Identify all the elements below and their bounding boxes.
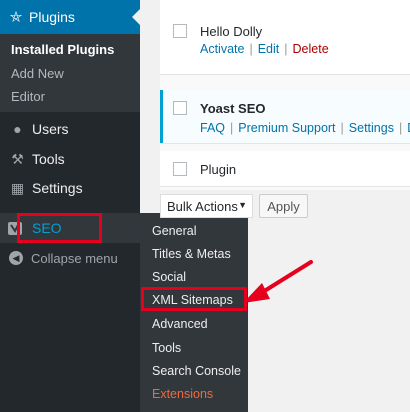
- seo-submenu-titles-metas[interactable]: Titles & Metas: [152, 247, 231, 261]
- seo-submenu-tools[interactable]: Tools: [152, 341, 181, 355]
- menu-settings[interactable]: ▦ Settings: [0, 173, 140, 203]
- flyout-notch: [132, 220, 140, 236]
- apply-button[interactable]: Apply: [259, 194, 308, 218]
- settings-link[interactable]: Settings: [349, 121, 394, 135]
- menu-users-label: Users: [32, 121, 69, 137]
- plugin-name: Hello Dolly: [200, 24, 263, 39]
- plugin-name: Yoast SEO: [200, 101, 266, 116]
- collapse-arrow-icon: ◀: [9, 251, 23, 265]
- bulk-actions-value: Bulk Actions: [167, 199, 238, 214]
- plugins-table: Hello Dolly Activate | Edit | Delete Yoast S…: [160, 0, 410, 190]
- menu-tools[interactable]: ⚒ Tools: [0, 144, 140, 174]
- plug-icon: ⛤: [10, 8, 23, 26]
- submenu-editor[interactable]: Editor: [11, 89, 45, 104]
- users-icon: ●: [13, 121, 22, 137]
- collapse-menu-label: Collapse menu: [31, 250, 118, 266]
- menu-plugins[interactable]: ⛤ Plugins: [0, 0, 140, 34]
- faq-link[interactable]: FAQ: [200, 121, 225, 135]
- seo-submenu-extensions[interactable]: Extensions: [152, 387, 213, 401]
- activate-link[interactable]: Activate: [200, 42, 244, 56]
- submenu-add-new[interactable]: Add New: [11, 66, 64, 81]
- plugin-actions: FAQ|Premium Support|Settings|D: [200, 121, 410, 135]
- wrench-icon: ⚒: [11, 150, 24, 167]
- delete-link[interactable]: Delete: [293, 42, 329, 56]
- bulk-actions-select[interactable]: Bulk Actions ▼: [160, 194, 253, 218]
- seo-submenu-advanced[interactable]: Advanced: [152, 317, 208, 331]
- menu-settings-label: Settings: [32, 180, 83, 196]
- menu-plugins-label: Plugins: [29, 9, 75, 25]
- active-plugin-indicator: [160, 90, 163, 143]
- admin-sidebar: ⛤ Plugins Installed Plugins Add New Edit…: [0, 0, 140, 412]
- seo-highlight-box: [17, 213, 102, 243]
- menu-users[interactable]: ● Users: [0, 114, 140, 144]
- plugin-row-yoast-seo: Yoast SEO FAQ|Premium Support|Settings|D: [160, 90, 410, 144]
- plugin-checkbox[interactable]: [173, 162, 187, 176]
- premium-support-link[interactable]: Premium Support: [238, 121, 335, 135]
- seo-submenu-general[interactable]: General: [152, 224, 196, 238]
- plugin-name: Plugin: [200, 162, 237, 177]
- edit-link[interactable]: Edit: [258, 42, 280, 56]
- plugin-actions: Activate | Edit | Delete: [200, 42, 329, 56]
- xml-sitemaps-highlight-box: [141, 287, 247, 311]
- settings-icon: ▦: [10, 179, 25, 196]
- seo-flyout-menu: General Titles & Metas Social XML Sitema…: [140, 213, 248, 412]
- seo-submenu-social[interactable]: Social: [152, 270, 186, 284]
- plugin-checkbox[interactable]: [173, 24, 187, 38]
- submenu-installed-plugins[interactable]: Installed Plugins: [11, 42, 114, 57]
- plugin-row-hello-dolly: Hello Dolly Activate | Edit | Delete: [160, 0, 410, 75]
- menu-tools-label: Tools: [32, 151, 65, 167]
- plugin-row-plugin: Plugin: [160, 151, 410, 187]
- chevron-down-icon: ▼: [238, 200, 247, 210]
- current-menu-notch: [132, 9, 140, 25]
- seo-submenu-search-console[interactable]: Search Console: [152, 364, 241, 378]
- plugin-checkbox[interactable]: [173, 101, 187, 115]
- collapse-menu-button[interactable]: ◀ Collapse menu: [0, 246, 140, 270]
- plugins-submenu: Installed Plugins Add New Editor: [0, 34, 140, 112]
